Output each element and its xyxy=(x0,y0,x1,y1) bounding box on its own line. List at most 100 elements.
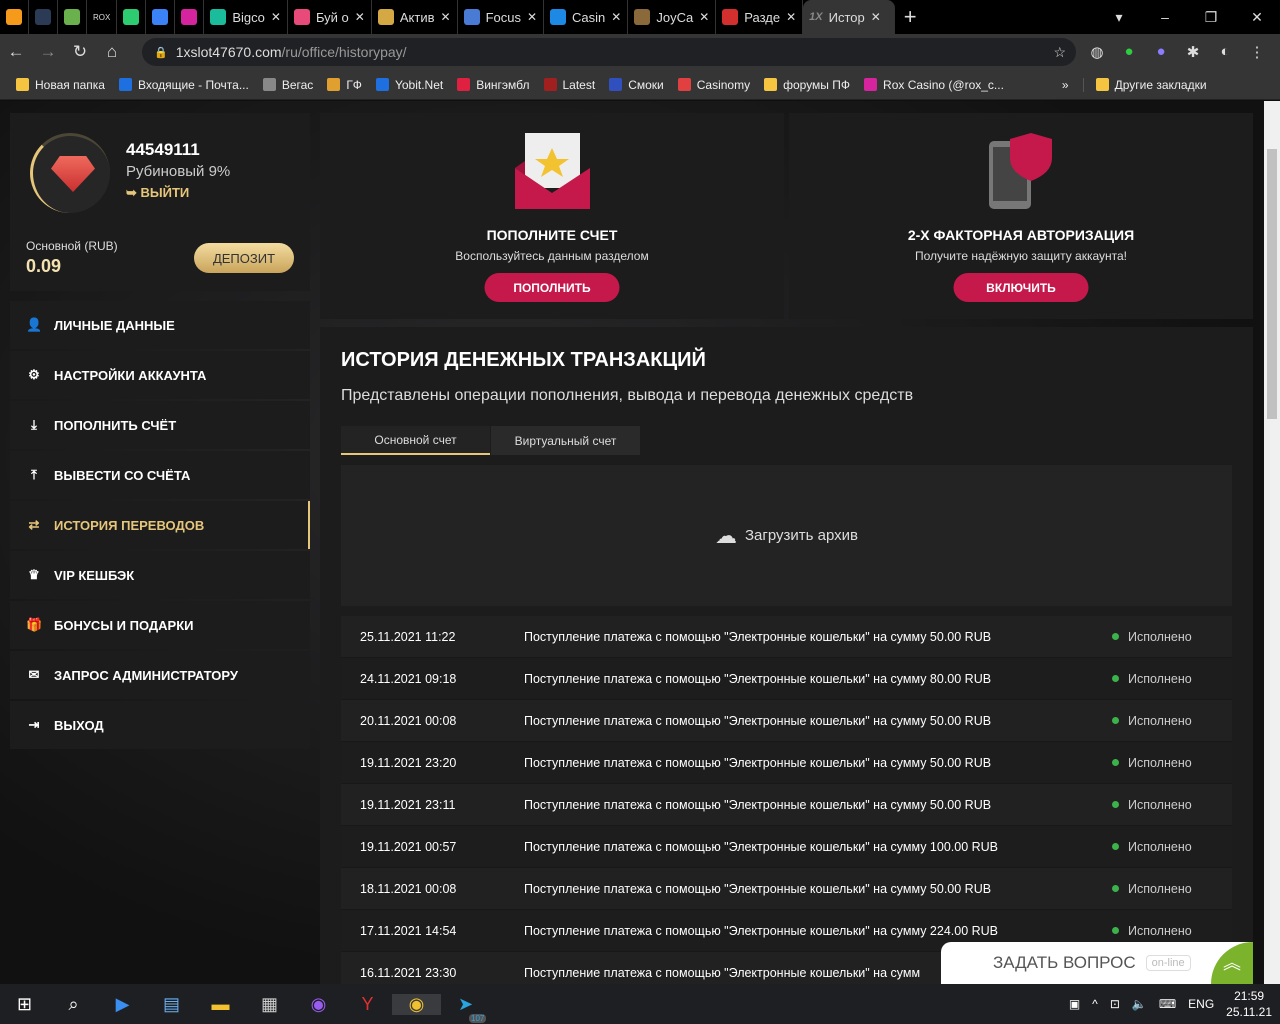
sidebar-item-4[interactable]: ⇄ ИСТОРИЯ ПЕРЕВОДОВ xyxy=(10,501,310,549)
tab-main-account[interactable]: Основной счет xyxy=(341,426,490,455)
browser-tab[interactable]: Актив ✕ xyxy=(372,0,458,34)
language-indicator[interactable]: ENG xyxy=(1188,997,1214,1011)
browser-tab[interactable]: Focus ✕ xyxy=(458,0,545,34)
keyboard-icon[interactable]: ⌨ xyxy=(1159,997,1176,1011)
bookmark-label: Casinomy xyxy=(696,77,751,92)
sidebar-item-label: ПОПОЛНИТЬ СЧЁТ xyxy=(54,417,177,433)
sidebar-item-7[interactable]: ✉ ЗАПРОС АДМИНИСТРАТОРУ xyxy=(10,651,310,699)
sidebar-item-0[interactable]: 👤 ЛИЧНЫЕ ДАННЫЕ xyxy=(10,301,310,349)
back-icon[interactable]: ← xyxy=(0,42,32,62)
avatar[interactable]: ◐ xyxy=(1214,43,1236,61)
calculator-icon[interactable]: ▦ xyxy=(245,994,294,1015)
control-panel-icon[interactable]: ▤ xyxy=(147,994,196,1015)
sidebar-item-2[interactable]: ⤓ ПОПОЛНИТЬ СЧЁТ xyxy=(10,401,310,449)
logout-link[interactable]: ➥ ВЫЙТИ xyxy=(126,185,189,201)
other-bookmarks[interactable]: Другие закладки xyxy=(1082,77,1207,92)
bookmark-item[interactable]: Rox Casino (@rox_c... xyxy=(864,77,1004,92)
news-icon[interactable]: ▣ xyxy=(1069,997,1080,1011)
browser-tab[interactable] xyxy=(29,0,58,34)
browser-tab[interactable]: JoyCa ✕ xyxy=(628,0,717,34)
star-icon[interactable]: ☆ xyxy=(1053,44,1066,61)
maximize-button[interactable]: ❐ xyxy=(1188,9,1234,26)
bookmark-item[interactable]: форумы ПФ xyxy=(764,77,850,92)
bookmark-item[interactable]: Смоки xyxy=(609,77,664,92)
globe-icon[interactable]: ◍ xyxy=(1086,43,1108,61)
tab-favicon-icon xyxy=(152,9,169,25)
bookmark-item[interactable]: Casinomy xyxy=(677,77,751,92)
tab-title: Актив xyxy=(399,9,435,25)
enable-2fa-button[interactable]: ВКЛЮЧИТЬ xyxy=(953,273,1089,302)
bookmark-item[interactable]: Вингэмбл xyxy=(457,77,530,92)
tab-close-icon[interactable]: ✕ xyxy=(611,10,621,24)
ask-question-widget[interactable]: ЗАДАТЬ ВОПРОС on-line ︽ xyxy=(941,942,1253,984)
forward-icon[interactable]: → xyxy=(32,42,64,62)
tab-close-icon[interactable]: ✕ xyxy=(699,10,709,24)
deposit-button[interactable]: ДЕПОЗИТ xyxy=(194,243,294,273)
home-icon[interactable]: ⌂ xyxy=(96,42,128,62)
browser-tab[interactable]: Буй о ✕ xyxy=(288,0,372,34)
status-dot-icon xyxy=(1112,675,1119,682)
telegram-icon[interactable]: ➤ 107 xyxy=(441,994,490,1023)
browser-tab[interactable] xyxy=(117,0,147,34)
bookmark-label: Latest xyxy=(562,77,596,92)
volume-icon[interactable]: 🔈 xyxy=(1132,997,1147,1011)
sidebar-item-5[interactable]: ♛ VIP КЕШБЭК xyxy=(10,551,310,599)
tab-close-icon[interactable]: ✕ xyxy=(271,10,281,24)
tab-close-icon[interactable]: ✕ xyxy=(786,10,796,24)
browser-tab[interactable]: Bigco ✕ xyxy=(204,0,288,34)
tab-close-icon[interactable]: ✕ xyxy=(441,10,451,24)
sidebar-item-3[interactable]: ⤒ ВЫВЕСТИ СО СЧЁТА xyxy=(10,451,310,499)
bookmark-icon xyxy=(864,77,878,91)
sidebar-item-8[interactable]: ⇥ ВЫХОД xyxy=(10,701,310,749)
sidebar-item-1[interactable]: ⚙ НАСТРОЙКИ АККАУНТА xyxy=(10,351,310,399)
browser-tab[interactable]: Разде ✕ xyxy=(716,0,804,34)
bookmark-item[interactable]: Yobit.Net xyxy=(375,77,443,92)
browser-tab-active[interactable]: 1X Истор ✕ xyxy=(803,0,896,34)
puzzle-icon[interactable]: ✱ xyxy=(1182,43,1204,61)
extension-purple-icon[interactable]: ● xyxy=(1150,43,1172,61)
extension-green-icon[interactable]: ● xyxy=(1118,43,1140,61)
search-icon[interactable]: ⌕ xyxy=(49,994,98,1015)
upload-archive-button[interactable]: ☁ Загрузить архив xyxy=(341,465,1232,606)
scrollbar[interactable] xyxy=(1264,101,1280,984)
chrome-icon[interactable]: ◉ xyxy=(392,993,441,1015)
reload-icon[interactable]: ↻ xyxy=(64,42,96,62)
chevrons-up-icon[interactable]: ︽ xyxy=(1211,942,1253,984)
chevron-up-icon[interactable]: ^ xyxy=(1092,997,1098,1011)
bookmarks-bar: Новая папка Входящие - Почта... Вегас ГФ Yob… xyxy=(0,70,1280,100)
browser-tab[interactable] xyxy=(175,0,205,34)
browser-tab[interactable] xyxy=(146,0,176,34)
close-window-button[interactable]: ✕ xyxy=(1234,9,1280,26)
yandex-icon[interactable]: Y xyxy=(343,994,392,1015)
sidebar-item-6[interactable]: 🎁 БОНУСЫ И ПОДАРКИ xyxy=(10,601,310,649)
tab-close-icon[interactable]: ✕ xyxy=(527,10,537,24)
minimize-button[interactable]: – xyxy=(1142,9,1188,25)
tab-favicon-icon xyxy=(64,9,80,25)
file-explorer-icon[interactable]: ▬ xyxy=(196,994,245,1015)
bookmark-item[interactable]: Вегас xyxy=(262,77,313,92)
tab-favicon-icon xyxy=(293,9,310,25)
new-tab-button[interactable]: + xyxy=(895,4,925,30)
bookmark-item[interactable]: ГФ xyxy=(327,77,362,92)
top-up-button[interactable]: ПОПОЛНИТЬ xyxy=(484,273,620,302)
browser-tab[interactable] xyxy=(58,0,87,34)
tab-close-icon[interactable]: ✕ xyxy=(871,10,881,24)
tab-virtual-account[interactable]: Виртуальный счет xyxy=(491,426,640,455)
more-icon[interactable]: ⋮ xyxy=(1246,43,1268,61)
url-path: /ru/office/historypay/ xyxy=(281,44,407,60)
network-icon[interactable]: ⊡ xyxy=(1110,997,1120,1011)
bookmarks-more-button[interactable]: » xyxy=(1062,78,1069,92)
media-player-icon[interactable]: ▶ xyxy=(98,994,147,1015)
browser-tab[interactable] xyxy=(0,0,29,34)
clock[interactable]: 21:59 25.11.21 xyxy=(1226,988,1272,1020)
tab-close-icon[interactable]: ✕ xyxy=(355,10,365,24)
address-bar[interactable]: 🔒 1xslot47670.com/ru/office/historypay/ … xyxy=(142,38,1076,66)
bookmark-item[interactable]: Входящие - Почта... xyxy=(118,77,249,92)
bookmark-item[interactable]: Новая папка xyxy=(16,77,105,92)
profile-menu-icon[interactable]: ▾ xyxy=(1096,9,1142,26)
windows-start-icon[interactable]: ⊞ xyxy=(0,994,49,1015)
podcast-icon[interactable]: ◉ xyxy=(294,994,343,1015)
browser-tab[interactable]: Casin ✕ xyxy=(544,0,629,34)
bookmark-item[interactable]: Latest xyxy=(543,77,596,92)
browser-tab[interactable]: ROX xyxy=(87,0,118,34)
